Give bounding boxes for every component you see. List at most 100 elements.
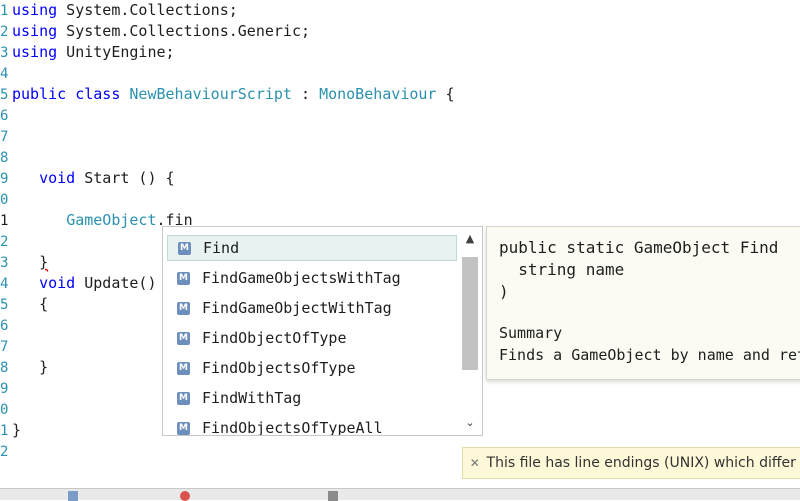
code-line[interactable]: 9 (0, 378, 12, 399)
code-token: } (12, 358, 49, 376)
line-number: 4 (0, 276, 9, 292)
code-line[interactable]: 1} (0, 420, 21, 441)
code-line[interactable]: 6 (0, 105, 12, 126)
autocomplete-item-label: FindGameObjectWithTag (202, 299, 392, 317)
code-token: Update() (75, 274, 157, 292)
line-endings-notice: ✕ This file has line endings (UNIX) whic… (462, 447, 800, 479)
line-number: 9 (0, 171, 9, 187)
summary-text: Finds a GameObject by name and ret (499, 346, 800, 364)
method-icon: M (177, 361, 190, 375)
autocomplete-item[interactable]: M FindObjectOfType (167, 325, 457, 351)
code-line[interactable]: 4 (0, 63, 12, 84)
code-line[interactable]: 7 (0, 126, 12, 147)
code-line[interactable]: 3 using UnityEngine; (0, 42, 175, 63)
code-line[interactable]: 1 using System.Collections; (0, 0, 238, 21)
line-number: 1 (0, 423, 9, 439)
autocomplete-item-label: FindObjectsOfTypeAll (202, 419, 383, 436)
autocomplete-item[interactable]: M FindGameObjectWithTag (167, 295, 457, 321)
code-token: void (39, 169, 76, 187)
autocomplete-scrollbar[interactable]: ▲ ⌄ (460, 231, 480, 431)
code-line[interactable]: 2 (0, 441, 12, 462)
code-token: using (12, 1, 58, 19)
code-token: { (436, 85, 455, 103)
code-token: System.Collections; (57, 1, 238, 19)
code-line[interactable]: 2 using System.Collections.Generic; (0, 21, 310, 42)
line-number: 6 (0, 108, 9, 124)
autocomplete-item-label: FindObjectsOfType (202, 359, 356, 377)
code-line[interactable]: 0 (0, 399, 12, 420)
line-number: 3 (0, 255, 9, 271)
autocomplete-item[interactable]: M FindObjectsOfType (167, 355, 457, 381)
line-number: 7 (0, 339, 9, 355)
line-number: 5 (0, 297, 9, 313)
code-token: using (12, 43, 58, 61)
line-number: 1 (0, 3, 9, 19)
autocomplete-list[interactable]: ▲ ⌄ M Find M FindGameObjectsWithTag M FindGam… (162, 226, 483, 436)
line-number: 4 (0, 66, 9, 82)
notice-text: This file has line endings (UNIX) which … (486, 455, 800, 471)
line-number: 7 (0, 129, 9, 145)
code-token: Start () { (75, 169, 175, 187)
scroll-up-arrow-icon[interactable]: ▲ (460, 231, 480, 247)
method-icon: M (177, 391, 190, 405)
line-number: 2 (0, 444, 9, 460)
code-token: UnityEngine; (57, 43, 175, 61)
code-line[interactable]: 0 (0, 189, 12, 210)
autocomplete-item[interactable]: M FindWithTag (167, 385, 457, 411)
code-line[interactable]: 8 } (0, 357, 48, 378)
autocomplete-item[interactable]: M FindObjectsOfTypeAll (167, 415, 457, 436)
code-token: { (12, 295, 49, 313)
code-token: } (39, 253, 49, 271)
autocomplete-item[interactable]: M Find (167, 235, 457, 261)
code-line[interactable]: 6 (0, 315, 12, 336)
code-token: void (39, 274, 76, 292)
line-number: 8 (0, 150, 9, 166)
code-token: public (12, 85, 67, 103)
method-icon: M (177, 421, 190, 435)
line-number: 2 (0, 234, 9, 250)
scrollbar-thumb[interactable] (462, 257, 478, 370)
code-token: using (12, 22, 58, 40)
line-number: 1 (0, 213, 9, 229)
code-line[interactable]: 2 (0, 231, 12, 252)
line-number: 9 (0, 381, 9, 397)
code-line[interactable]: 8 (0, 147, 12, 168)
code-token: System.Collections.Generic; (57, 22, 311, 40)
code-line[interactable]: 5 public class NewBehaviourScript : MonoB… (0, 84, 455, 105)
code-token: : (291, 85, 320, 103)
quick-info-tooltip: public static GameObject Find string nam… (486, 226, 800, 380)
method-signature: public static GameObject Find string nam… (499, 238, 779, 301)
summary-heading: Summary (499, 324, 563, 342)
code-line[interactable]: 5 { (0, 294, 48, 315)
code-line[interactable]: 9 void Start () { (0, 168, 175, 189)
code-token: class (75, 85, 121, 103)
line-number: 5 (0, 87, 9, 103)
line-number: 0 (0, 192, 9, 208)
method-icon: M (177, 331, 190, 345)
code-line[interactable]: 3 } (0, 252, 48, 273)
method-icon: M (177, 271, 190, 285)
autocomplete-item-label: FindObjectOfType (202, 329, 347, 347)
code-token: NewBehaviourScript (129, 85, 292, 103)
method-icon: M (177, 301, 190, 315)
code-token: GameObject (66, 211, 157, 229)
line-number: 6 (0, 318, 9, 334)
code-line[interactable]: 7 (0, 336, 12, 357)
autocomplete-item[interactable]: M FindGameObjectsWithTag (167, 265, 457, 291)
autocomplete-item-label: FindGameObjectsWithTag (202, 269, 401, 287)
code-line[interactable]: 4 void Update() (0, 273, 157, 294)
method-icon: M (178, 241, 191, 255)
line-number: 3 (0, 45, 9, 61)
close-icon[interactable]: ✕ (463, 456, 487, 470)
line-number: 0 (0, 402, 9, 418)
code-token: } (12, 421, 22, 439)
autocomplete-item-label: Find (203, 239, 240, 257)
autocomplete-item-label: FindWithTag (202, 389, 302, 407)
line-number: 2 (0, 24, 9, 40)
scroll-down-arrow-icon[interactable]: ⌄ (460, 415, 480, 431)
